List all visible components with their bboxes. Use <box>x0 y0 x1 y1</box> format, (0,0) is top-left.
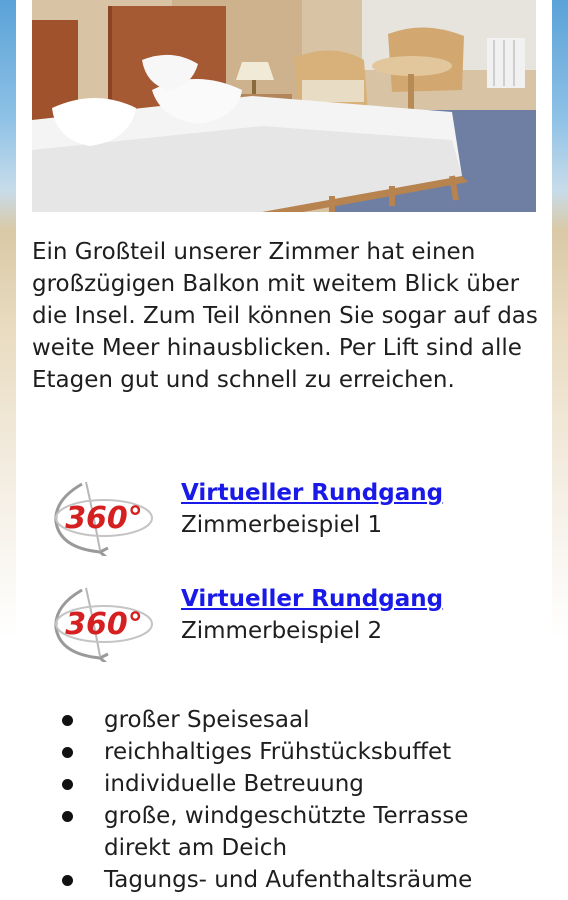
virtual-tour-link-2[interactable]: Virtueller Rundgang <box>181 586 443 612</box>
badge-label: 360° <box>65 607 143 642</box>
list-item: große, windgeschützte Terrasse direkt am… <box>62 800 532 864</box>
tour-subtitle-1: Zimmerbeispiel 1 <box>181 512 383 538</box>
bullet-icon <box>62 747 73 758</box>
feature-text: Tagungs- und Aufenthaltsräume <box>104 867 473 893</box>
360-degree-icon[interactable]: 360° <box>52 584 156 665</box>
list-item: reichhaltiges Frühstücksbuffet <box>62 736 532 768</box>
tour-subtitle-2: Zimmerbeispiel 2 <box>181 618 383 644</box>
bullet-icon <box>62 811 73 822</box>
list-item: individuelle Betreuung <box>62 768 532 800</box>
360-degree-icon[interactable]: 360° <box>52 478 156 559</box>
virtual-tour-1[interactable]: 360° Virtueller Rundgang Zimmerbeispiel … <box>52 478 532 559</box>
feature-text: individuelle Betreuung <box>104 771 364 797</box>
virtual-tour-link-1[interactable]: Virtueller Rundgang <box>181 480 443 506</box>
badge-label: 360° <box>65 501 143 536</box>
list-item: Tagungs- und Aufenthaltsräume <box>62 864 532 896</box>
intro-paragraph: Ein Großteil unserer Zimmer hat einen gr… <box>32 239 538 393</box>
bullet-icon <box>62 875 73 886</box>
feature-text: große, windgeschützte Terrasse direkt am… <box>104 803 469 861</box>
bullet-icon <box>62 779 73 790</box>
content-panel: Ein Großteil unserer Zimmer hat einen gr… <box>16 0 552 900</box>
feature-text: großer Speisesaal <box>104 707 310 733</box>
feature-text: reichhaltiges Frühstücksbuffet <box>104 739 452 765</box>
bullet-icon <box>62 715 73 726</box>
list-item: großer Speisesaal <box>62 704 532 736</box>
room-photo <box>32 0 536 212</box>
feature-list: großer Speisesaal reichhaltiges Frühstüc… <box>62 704 532 896</box>
virtual-tour-2[interactable]: 360° Virtueller Rundgang Zimmerbeispiel … <box>52 584 532 665</box>
